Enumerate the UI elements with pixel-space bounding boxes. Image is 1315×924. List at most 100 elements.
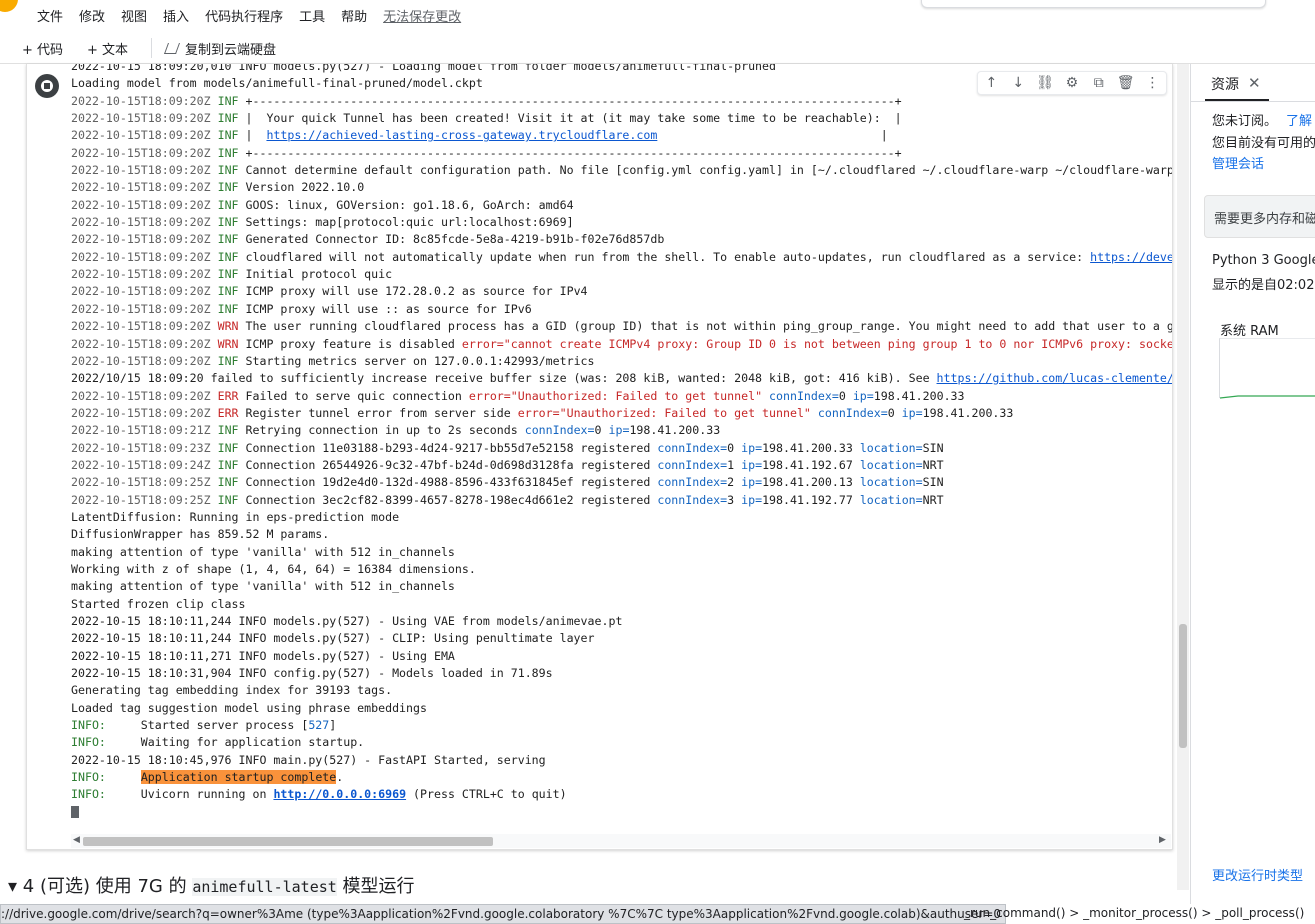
output-segment: 2022-10-15T18:09:20Z xyxy=(71,93,211,108)
learn-more-link[interactable]: 了解 xyxy=(1286,114,1312,129)
output-line: 2022-10-15T18:09:23Z INF Connection 11e0… xyxy=(71,440,1172,457)
link-icon[interactable]: ⛓ xyxy=(1035,75,1055,91)
move-down-icon[interactable]: ↓ xyxy=(1008,75,1028,91)
close-icon[interactable]: ✕ xyxy=(1248,74,1261,92)
output-segment: 198.41.200.33 xyxy=(873,388,965,403)
output-line: 2022-10-15T18:09:25Z INF Connection 3ec2… xyxy=(71,492,1172,509)
output-segment: Connection 11e03188-b293-4d24-9217-bb55d… xyxy=(238,440,658,455)
menu-view[interactable]: 视图 xyxy=(121,6,147,25)
output-segment: 2022-10-15T18:09:21Z xyxy=(71,423,211,438)
output-segment: | xyxy=(238,128,267,143)
menu-tools[interactable]: 工具 xyxy=(299,6,325,25)
next-section-heading[interactable]: ▾ 4 (可选) 使用 7G 的 animefull-latest 模型运行 xyxy=(8,872,415,898)
output-segment: Initial protocol quic xyxy=(238,267,393,282)
add-code-button[interactable]: + 代码 xyxy=(22,39,63,58)
output-segment: ip= xyxy=(741,457,763,472)
output-line: INFO: Uvicorn running on http://0.0.0.0:… xyxy=(71,786,1172,803)
add-text-button[interactable]: + 文本 xyxy=(87,39,128,58)
output-segment: +---------------------------------------… xyxy=(238,93,902,108)
horizontal-scroll-thumb[interactable] xyxy=(83,837,493,846)
section-text-before: (可选) 使用 7G 的 xyxy=(39,876,193,897)
output-segment: 2022-10-15T18:09:20Z xyxy=(71,215,211,230)
collapse-chevron-icon[interactable]: ▾ xyxy=(8,876,17,897)
output-segment: INF xyxy=(210,457,239,472)
output-segment: NRT xyxy=(922,492,944,507)
change-runtime-type-link[interactable]: 更改运行时类型 xyxy=(1212,865,1303,884)
output-segment: INF xyxy=(210,180,239,195)
execution-trace: _run_command() > _monitor_process() > _p… xyxy=(964,906,1305,920)
menu-insert[interactable]: 插入 xyxy=(163,6,189,25)
output-segment: INF xyxy=(210,128,239,143)
vertical-scroll-thumb[interactable] xyxy=(1179,624,1187,748)
gear-icon[interactable]: ⚙ xyxy=(1062,75,1082,91)
menu-edit[interactable]: 修改 xyxy=(79,6,105,25)
output-line: 2022-10-15T18:09:20Z INF GOOS: linux, GO… xyxy=(71,197,1172,214)
system-ram-label: 系统 RAM xyxy=(1220,324,1279,339)
ram-usage-line xyxy=(1220,395,1315,399)
output-segment: ERR xyxy=(210,405,239,420)
tab-resources[interactable]: 资源 xyxy=(1211,74,1239,94)
notebook-vertical-scrollbar[interactable] xyxy=(1177,64,1189,890)
output-segment: 2022-10-15T18:09:20Z xyxy=(71,319,211,334)
output-line: 2022-10-15T18:09:20Z ERR Register tunnel… xyxy=(71,405,1172,422)
unsaved-changes-link[interactable]: 无法保存更改 xyxy=(383,6,461,25)
output-segment: location= xyxy=(859,492,923,507)
more-vert-icon[interactable]: ⋮ xyxy=(1142,75,1162,91)
code-cell-output: ↑ ↓ ⛓ ⚙ ⧉ 🗑 ⋮ 2022-10-15 18:09:20,010 IN… xyxy=(26,64,1173,850)
scroll-right-icon[interactable]: ▶ xyxy=(1159,835,1166,845)
cell-toolbar: ↑ ↓ ⛓ ⚙ ⧉ 🗑 ⋮ xyxy=(977,71,1167,95)
move-up-icon[interactable]: ↑ xyxy=(981,75,1001,91)
output-segment: ICMP proxy will use 172.28.0.2 as source… xyxy=(238,284,588,299)
output-segment: Register tunnel error from server side xyxy=(238,405,518,420)
output-link[interactable]: http://0.0.0.0:6969 xyxy=(273,787,406,801)
menu-runtime[interactable]: 代码执行程序 xyxy=(205,6,283,25)
menu-file[interactable]: 文件 xyxy=(37,6,63,25)
delete-icon[interactable]: 🗑 xyxy=(1116,75,1136,91)
output-segment: "Unauthorized: Failed to get tunnel" xyxy=(510,388,763,403)
output-segment: connIndex= xyxy=(769,388,839,403)
output-segment: INF xyxy=(210,353,239,368)
output-segment: connIndex= xyxy=(657,492,728,507)
run-cell-button[interactable] xyxy=(35,74,59,98)
output-segment: Uvicorn running on xyxy=(105,787,274,802)
scroll-left-icon[interactable]: ◀ xyxy=(73,835,80,845)
output-segment: 198.41.192.77 xyxy=(762,492,860,507)
section-code: animefull-latest xyxy=(192,878,337,896)
output-segment: Connection 19d2e4d0-132d-4988-8596-433f6… xyxy=(238,475,658,490)
output-segment xyxy=(106,770,141,784)
python-backend-text: Python 3 Google xyxy=(1212,253,1315,268)
copy-to-drive-button[interactable]: 复制到云端硬盘 xyxy=(163,39,276,58)
output-segment: Started frozen clip class xyxy=(71,596,246,611)
menu-help[interactable]: 帮助 xyxy=(341,6,367,25)
mirror-cell-icon[interactable]: ⧉ xyxy=(1089,75,1109,91)
output-segment: 2022-10-15T18:09:23Z xyxy=(71,440,211,455)
output-line: 2022-10-15 18:10:31,904 INFO config.py(5… xyxy=(71,665,1172,682)
output-segment: INFO: xyxy=(71,735,106,750)
panel-divider xyxy=(1191,101,1315,102)
section-number: 4 xyxy=(22,876,35,897)
output-link[interactable]: https://github.com/lucas-clemente/ xyxy=(937,371,1172,385)
horizontal-scrollbar[interactable]: ◀ ▶ xyxy=(71,834,1171,848)
output-line: 2022-10-15T18:09:20Z INF Version 2022.10… xyxy=(71,179,1172,196)
output-segment: INF xyxy=(210,197,239,212)
stop-icon xyxy=(44,83,50,89)
output-segment: 198.41.200.13 xyxy=(762,475,860,490)
output-cursor-line xyxy=(71,804,1172,821)
output-segment: 2022-10-15T18:09:20Z xyxy=(71,111,211,126)
output-segment: +---------------------------------------… xyxy=(238,145,902,160)
need-more-box[interactable]: 需要更多内存和磁 xyxy=(1204,195,1315,238)
output-line: INFO: Waiting for application startup. xyxy=(71,734,1172,751)
output-segment: error= xyxy=(461,336,504,351)
output-line: INFO: Started server process [527] xyxy=(71,717,1172,734)
output-line: 2022-10-15 18:10:11,244 INFO models.py(5… xyxy=(71,630,1172,647)
output-segment: | xyxy=(657,128,888,143)
output-segment: connIndex= xyxy=(524,423,595,438)
output-segment: GOOS: linux, GOVersion: go1.18.6, GoArch… xyxy=(238,197,574,212)
output-segment: 2022-10-15T18:09:20Z xyxy=(71,249,211,264)
output-line: 2022-10-15T18:09:20Z INF | Your quick Tu… xyxy=(71,110,1172,127)
output-link[interactable]: https://achieved-lasting-cross-gateway.t… xyxy=(266,128,657,142)
output-line: 2022-10-15T18:09:20Z INF +--------------… xyxy=(71,93,1172,110)
output-segment: 527 xyxy=(308,718,330,733)
output-link[interactable]: https://deve xyxy=(1090,250,1172,264)
manage-sessions-link[interactable]: 管理会话 xyxy=(1212,153,1264,172)
